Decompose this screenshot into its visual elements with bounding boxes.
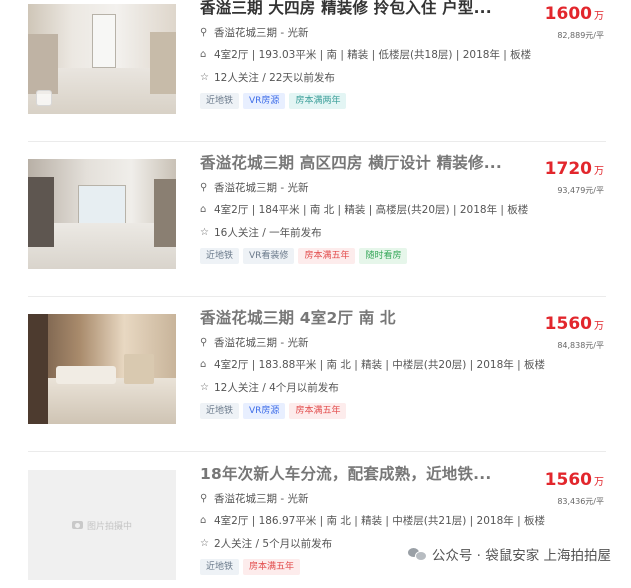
star-icon: ☆ [200,227,209,238]
location-pin-icon: ⚲ [200,182,208,193]
community-name[interactable]: 香溢花城三期 - 光新 [214,180,308,195]
follow-info: 12人关注 / 4个月以前发布 [214,382,339,394]
divider [28,141,606,142]
community-name[interactable]: 香溢花城三期 - 光新 [214,491,308,506]
tag-vr: VR房源 [243,93,286,109]
star-icon: ☆ [200,382,209,393]
divider [28,296,606,297]
follow-info: 2人关注 / 5个月以前发布 [214,538,333,550]
listing-title[interactable]: 香溢花城三期 4室2厅 南 北 [200,306,396,328]
community-name[interactable]: 香溢花城三期 - 光新 [214,335,308,350]
house-icon: ⌂ [200,515,207,526]
location-pin-icon: ⚲ [200,27,208,38]
listing-photo[interactable] [28,159,176,269]
unit-price: 93,479元/平 [557,186,604,195]
tag-near-subway: 近地铁 [200,403,240,419]
star-icon: ☆ [200,538,209,549]
house-icon: ⌂ [200,204,207,215]
total-price: 1560 万 [544,314,604,334]
house-info: 4室2厅 | 193.03平米 | 南 | 精装 | 低楼层(共18层) | 2… [214,49,532,61]
total-price: 1560 万 [544,470,604,490]
tag-near-subway: 近地铁 [200,93,240,109]
tag-viewing-anytime: 随时看房 [359,248,408,264]
watermark-text: 公众号 · 袋鼠安家 上海拍拍屋 [431,548,611,564]
location-pin-icon: ⚲ [200,493,208,504]
listing-title[interactable]: 18年次新人车分流，配套成熟，近地铁... [200,462,491,484]
watermark: 公众号 · 袋鼠安家 上海拍拍屋 [407,544,611,564]
listing-photo[interactable] [28,314,176,424]
tag-vr: VR房源 [243,403,286,419]
house-info: 4室2厅 | 183.88平米 | 南 北 | 精装 | 中楼层(共20层) |… [214,359,545,371]
tag-near-subway: 近地铁 [200,559,240,575]
house-icon: ⌂ [200,359,207,370]
tag-near-subway: 近地铁 [200,248,240,264]
house-info: 4室2厅 | 186.97平米 | 南 北 | 精装 | 中楼层(共21层) |… [214,515,545,527]
unit-price: 83,436元/平 [557,497,604,506]
listing-title[interactable]: 香溢三期 大四房 精装修 拎包入住 户型... [200,0,492,18]
house-info: 4室2厅 | 184平米 | 南 北 | 精装 | 高楼层(共20层) | 20… [214,204,529,216]
community-name[interactable]: 香溢花城三期 - 光新 [214,25,308,40]
placeholder-text: 图片拍摄中 [86,521,132,532]
listing-title[interactable]: 香溢花城三期 高区四房 横厅设计 精装修... [200,151,502,173]
tag-deed-five-years: 房本满五年 [289,403,347,419]
listing-photo-placeholder[interactable]: 图片拍摄中 [28,470,176,580]
follow-info: 16人关注 / 一年前发布 [214,227,322,239]
listing-card[interactable]: 香溢花城三期 4室2厅 南 北 ⚲ 香溢花城三期 - 光新 ⌂ 4室2厅 | 1… [28,309,606,452]
tag-list: 近地铁 VR房源 房本满五年 [200,403,347,419]
wechat-icon [407,546,427,562]
listing-card[interactable]: 香溢三期 大四房 精装修 拎包入住 户型... ⚲ 香溢花城三期 - 光新 ⌂ … [28,0,606,142]
listing-card[interactable]: 图片拍摄中 18年次新人车分流，配套成熟，近地铁... ⚲ 香溢花城三期 - 光… [28,465,606,588]
star-icon: ☆ [200,72,209,83]
unit-price: 84,838元/平 [557,341,604,350]
tag-deed-five-years: 房本满五年 [298,248,356,264]
listing-photo[interactable] [28,4,176,114]
house-icon: ⌂ [200,49,207,60]
divider [28,451,606,452]
follow-info: 12人关注 / 22天以前发布 [214,72,335,84]
tag-deed-five-years: 房本满五年 [243,559,301,575]
tag-list: 近地铁 房本满五年 [200,559,301,575]
unit-price: 82,889元/平 [557,31,604,40]
tag-vr-decoration: VR看装修 [243,248,295,264]
total-price: 1720 万 [544,159,604,179]
tag-deed-two-years: 房本满两年 [289,93,347,109]
vr-icon [36,90,52,106]
camera-icon [71,521,83,529]
location-pin-icon: ⚲ [200,337,208,348]
total-price: 1600 万 [544,4,604,24]
tag-list: 近地铁 VR房源 房本满两年 [200,93,347,109]
listing-card[interactable]: 香溢花城三期 高区四房 横厅设计 精装修... ⚲ 香溢花城三期 - 光新 ⌂ … [28,154,606,297]
tag-list: 近地铁 VR看装修 房本满五年 随时看房 [200,248,408,264]
